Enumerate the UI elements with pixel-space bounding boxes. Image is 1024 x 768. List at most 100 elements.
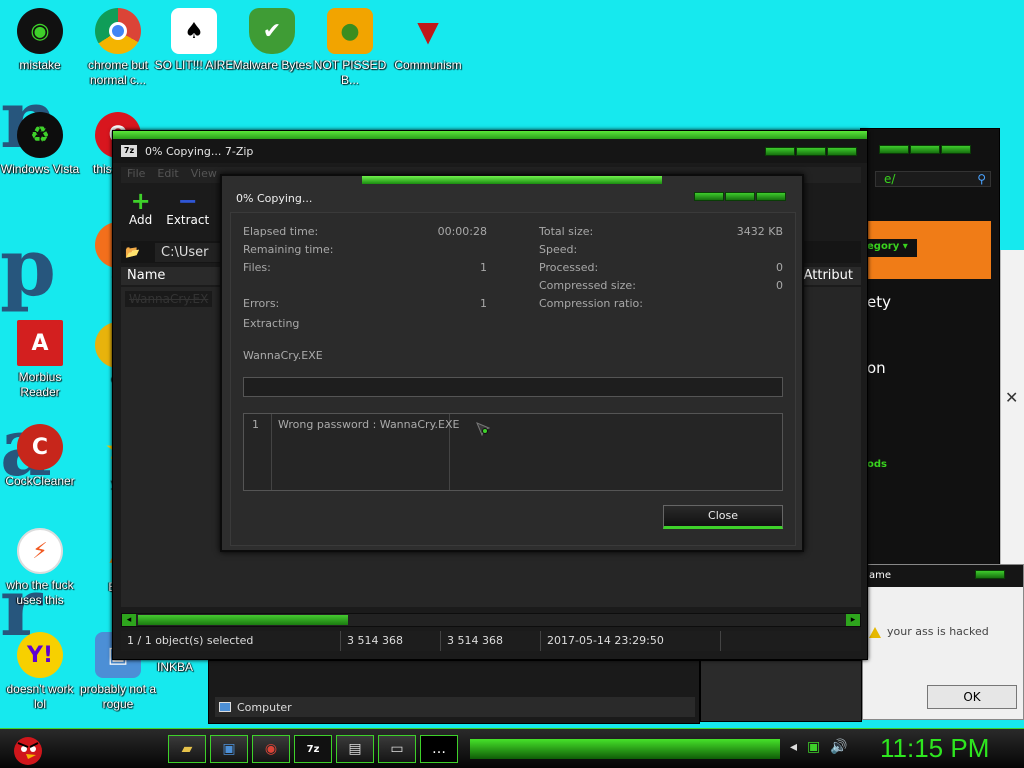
- desktop-icon-not-pissed[interactable]: ● NOT PISSED B...: [310, 8, 390, 88]
- minimize-button[interactable]: [694, 192, 724, 201]
- maximize-button[interactable]: [910, 145, 940, 154]
- computer-item[interactable]: Computer: [215, 697, 695, 717]
- status-selection: 1 / 1 object(s) selected: [121, 631, 341, 651]
- scroll-right-arrow[interactable]: ▸: [846, 614, 860, 626]
- add-button[interactable]: + Add: [129, 189, 152, 237]
- message-number: 1: [244, 414, 272, 490]
- window-controls: [879, 145, 971, 154]
- title-bar[interactable]: 7z 0% Copying... 7-Zip: [113, 139, 867, 163]
- close-button[interactable]: [941, 145, 971, 154]
- search-icon[interactable]: ⚲: [977, 172, 986, 186]
- ok-button[interactable]: OK: [927, 685, 1017, 709]
- category-dropdown[interactable]: egory ▾: [863, 239, 917, 257]
- folder-taskbar-icon[interactable]: ▰: [168, 735, 206, 763]
- desktop-icon-label: Communism: [394, 58, 462, 72]
- chrome-taskbar-icon[interactable]: ◉: [252, 735, 290, 763]
- horizontal-scrollbar[interactable]: ◂ ▸: [121, 613, 861, 627]
- window-glow: [362, 176, 662, 184]
- page-link[interactable]: ods: [867, 459, 887, 470]
- system-taskbar-icon[interactable]: ▣: [210, 735, 248, 763]
- progress-bar: [243, 377, 783, 397]
- volume-icon[interactable]: 🔊: [830, 739, 847, 755]
- system-tray: ◂ ▣ 🔊: [790, 739, 848, 755]
- desktop-icon-label: Windows Vista: [0, 162, 80, 176]
- desktop-icon-chrome[interactable]: chrome but normal c...: [78, 8, 158, 88]
- desktop-icon-so-lit[interactable]: ♠ SO LIT!!! AIRE: [154, 8, 234, 73]
- compressed-label: Compressed size:: [539, 279, 636, 292]
- column-attributes[interactable]: Attribut: [804, 268, 853, 283]
- scroll-left-arrow[interactable]: ◂: [122, 614, 136, 626]
- message-list: 1 Wrong password : WannaCry.EXE: [243, 413, 783, 491]
- minimize-button[interactable]: [879, 145, 909, 154]
- minimize-button[interactable]: [765, 147, 795, 156]
- desktop-icon-label: probably not a rogue: [79, 682, 157, 711]
- network-icon[interactable]: ▣: [807, 739, 820, 755]
- extract-label: Extract: [166, 213, 210, 227]
- maximize-button[interactable]: [725, 192, 755, 201]
- page-text: on: [867, 359, 886, 377]
- maximize-button[interactable]: [796, 147, 826, 156]
- file-row[interactable]: WannaCry.EX: [125, 291, 213, 307]
- processed-label: Processed:: [539, 261, 599, 274]
- desktop-icon-communism[interactable]: ▼ Communism: [388, 8, 468, 73]
- desktop-icon-label: Malware Bytes: [232, 58, 312, 72]
- tray-arrow-icon[interactable]: ◂: [790, 739, 797, 755]
- desktop-icon-cockcleaner[interactable]: C CockCleaner: [0, 424, 80, 489]
- close-button[interactable]: [827, 147, 857, 156]
- desktop-icon-windows-vista[interactable]: ♻ Windows Vista: [0, 112, 80, 177]
- plus-icon: +: [130, 187, 151, 215]
- status-size: 3 514 368: [341, 631, 441, 651]
- pig-icon: ●: [327, 8, 373, 54]
- desktop-icon-label: INKBA: [156, 660, 193, 674]
- close-button[interactable]: [756, 192, 786, 201]
- chrome-icon: [95, 8, 141, 54]
- menu-file[interactable]: File: [127, 167, 145, 183]
- razer-icon: ◉: [17, 8, 63, 54]
- desktop-icon-morbius-reader[interactable]: A Morbius Reader: [0, 320, 80, 400]
- scroll-thumb[interactable]: [138, 615, 348, 625]
- files-label: Files:: [243, 261, 271, 274]
- clock[interactable]: 11:15 PM: [880, 733, 989, 764]
- sevenzip-taskbar-icon[interactable]: 7z: [294, 735, 332, 763]
- elapsed-value: 00:00:28: [437, 225, 487, 238]
- pinned-apps: ▰ ▣ ◉ 7z ▤ ▭ …: [168, 735, 458, 763]
- status-packed: 3 514 368: [441, 631, 541, 651]
- processed-value: 0: [776, 261, 783, 274]
- recycle-bin-icon: ♻: [17, 112, 63, 158]
- window-controls: [975, 570, 1005, 579]
- total-size-value: 3432 KB: [736, 225, 783, 238]
- close-button[interactable]: Close: [663, 505, 783, 529]
- computer-label: Computer: [237, 700, 292, 714]
- window-title: 0% Copying... 7-Zip: [145, 144, 254, 158]
- status-bar: 1 / 1 object(s) selected 3 514 368 3 514…: [121, 631, 861, 651]
- folder-up-icon[interactable]: 📂: [125, 245, 140, 259]
- desktop-icon-label: doesn't work lol: [6, 682, 74, 711]
- angry-bird-start-icon[interactable]: [6, 731, 50, 767]
- url-bar[interactable]: e/ ⚲: [875, 171, 991, 187]
- close-button[interactable]: [975, 570, 1005, 579]
- terminal-taskbar-icon[interactable]: …: [420, 735, 458, 763]
- desktop-icon-label: SO LIT!!! AIRE: [154, 58, 234, 72]
- solitaire-icon: ♠: [171, 8, 217, 54]
- browser-window: e/ ⚲ egory ▾ ety on ods: [860, 128, 1000, 568]
- app-taskbar-icon[interactable]: ▤: [336, 735, 374, 763]
- files-value: 1: [480, 261, 487, 274]
- window-controls: [765, 147, 857, 156]
- warning-icon: [869, 627, 881, 638]
- hacked-dialog: ame your ass is hacked OK: [862, 564, 1024, 720]
- desktop-icon-who-uses-this[interactable]: ⚡ who the fuck uses this: [0, 528, 80, 608]
- extract-button[interactable]: − Extract: [166, 189, 209, 237]
- menu-view[interactable]: View: [191, 167, 217, 183]
- menu-edit[interactable]: Edit: [157, 167, 178, 183]
- desktop-icon-label: mistake: [19, 58, 61, 72]
- close-icon[interactable]: ✕: [1005, 388, 1018, 407]
- desktop-icon-doesnt-work[interactable]: Y! doesn't work lol: [0, 632, 80, 712]
- window-taskbar-icon[interactable]: ▭: [378, 735, 416, 763]
- current-filename: WannaCry.EXE: [243, 349, 323, 362]
- taskbar: ▰ ▣ ◉ 7z ▤ ▭ … ◂ ▣ 🔊 11:15 PM: [0, 728, 1024, 768]
- column-name[interactable]: Name: [127, 268, 165, 283]
- action-label: Extracting: [243, 317, 300, 330]
- desktop-icon-mistake[interactable]: ◉ mistake: [0, 8, 80, 73]
- message-text[interactable]: Wrong password : WannaCry.EXE: [272, 414, 459, 490]
- desktop-icon-malwarebytes[interactable]: ✔ Malware Bytes: [232, 8, 312, 73]
